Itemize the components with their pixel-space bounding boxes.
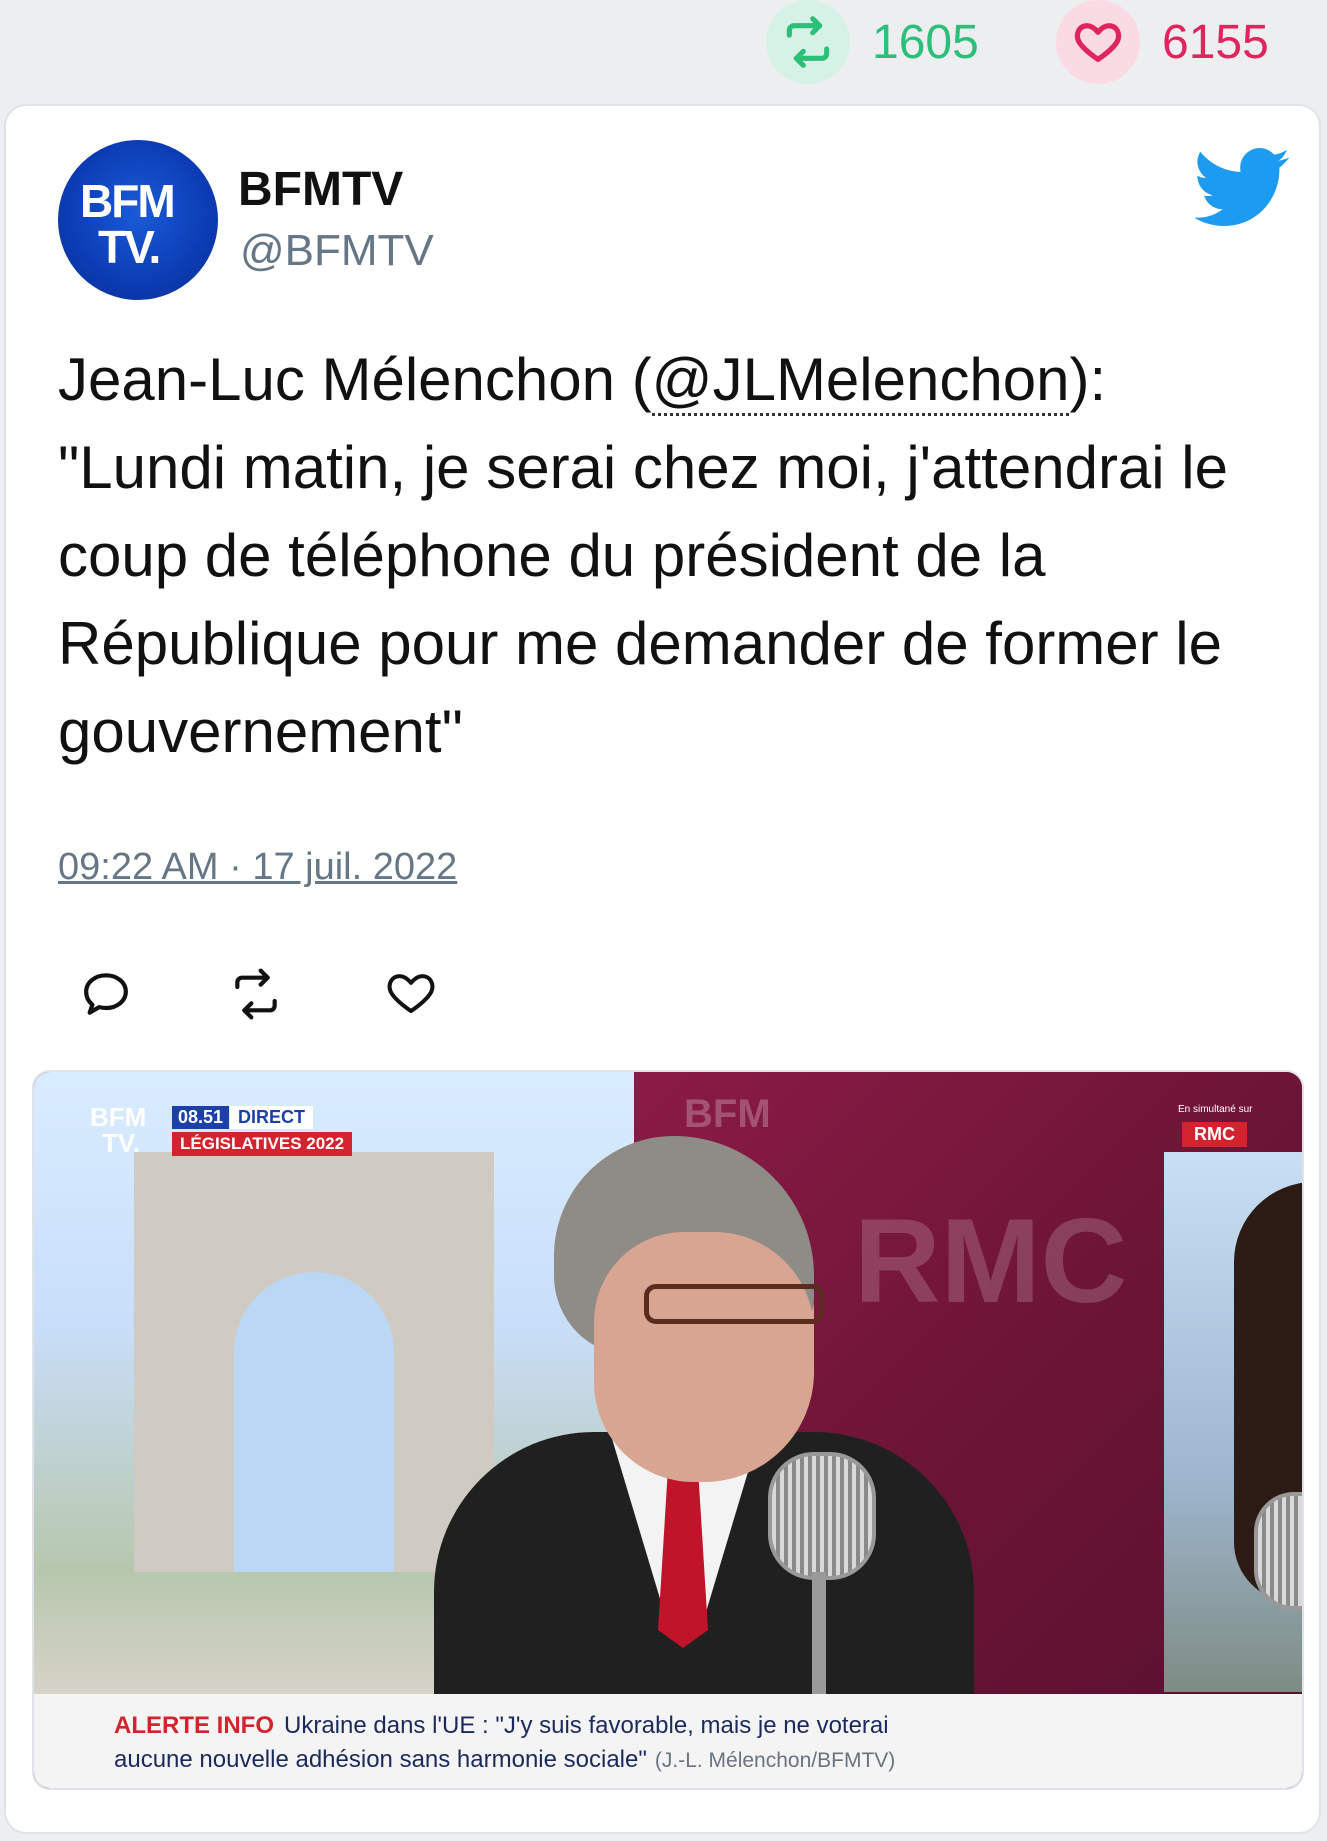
microphone-stand: [812, 1572, 826, 1694]
live-label: DIRECT: [230, 1106, 313, 1129]
avatar[interactable]: BFM TV.: [58, 140, 218, 300]
like-action-icon[interactable]: [384, 966, 444, 1026]
stats-bar: 1605 6155: [0, 0, 1327, 88]
tweet-media-image[interactable]: BFM RMC BFM TV. 08.51 DIRECT LÉGISLATIVE…: [32, 1070, 1304, 1790]
avatar-logo: BFM TV.: [80, 175, 176, 273]
ticker-source: (J.-L. Mélenchon/BFMTV): [654, 1749, 896, 1772]
guest-glasses: [644, 1284, 824, 1324]
retweet-count-value: 1605: [872, 15, 979, 69]
program-label: LÉGISLATIVES 2022: [172, 1132, 353, 1156]
broadcast-time: 08.51: [172, 1106, 230, 1129]
studio-wall-rmc: RMC: [854, 1194, 1128, 1328]
like-count-value: 6155: [1162, 15, 1269, 69]
heart-icon: [1056, 0, 1140, 84]
ticker-line2: aucune nouvelle adhésion sans harmonie s…: [114, 1746, 895, 1774]
ticker-line1: ALERTE INFO Ukraine dans l'UE : "J'y suis…: [114, 1712, 889, 1740]
retweet-icon: [766, 0, 850, 84]
rmc-logo: RMC: [1182, 1122, 1247, 1147]
twitter-bird-icon[interactable]: [1193, 148, 1291, 228]
alert-label: ALERTE INFO: [114, 1712, 274, 1739]
author-handle[interactable]: @BFMTV: [240, 226, 434, 276]
microphone: [768, 1452, 876, 1580]
ticker-line1-text: Ukraine dans l'UE : "J'y suis favorable,…: [284, 1712, 889, 1739]
news-ticker: ALERTE INFO Ukraine dans l'UE : "J'y suis…: [34, 1694, 1302, 1788]
mention-link[interactable]: @JLMelenchon: [651, 346, 1070, 416]
like-count[interactable]: 6155: [1056, 0, 1269, 84]
tweet-text: Jean-Luc Mélenchon (@JLMelenchon): "Lund…: [58, 336, 1278, 776]
tweet-card: BFM TV. BFMTV @BFMTV Jean-Luc Mélenchon …: [4, 104, 1321, 1834]
rmc-caption: En simultané sur: [1178, 1104, 1253, 1115]
studio-wall-logo: BFM: [684, 1092, 771, 1136]
reply-icon[interactable]: [78, 966, 138, 1026]
channel-logo-line2: TV.: [102, 1128, 141, 1158]
channel-logo: BFM TV.: [90, 1104, 146, 1156]
ticker-line2-text: aucune nouvelle adhésion sans harmonie s…: [114, 1746, 647, 1773]
guest-face-front: [594, 1232, 814, 1482]
tweet-timestamp[interactable]: 09:22 AM · 17 juil. 2022: [58, 846, 457, 889]
tweet-text-part1: Jean-Luc Mélenchon (: [58, 346, 652, 413]
channel-logo-line1: BFM: [90, 1102, 147, 1132]
retweet-action-icon[interactable]: [228, 966, 288, 1026]
avatar-logo-line2: TV.: [98, 221, 161, 273]
microphone-right: [1254, 1492, 1302, 1610]
arch-opening: [234, 1272, 394, 1572]
retweet-count[interactable]: 1605: [766, 0, 979, 84]
author-name[interactable]: BFMTV: [238, 162, 403, 217]
avatar-logo-line1: BFM: [80, 175, 176, 227]
